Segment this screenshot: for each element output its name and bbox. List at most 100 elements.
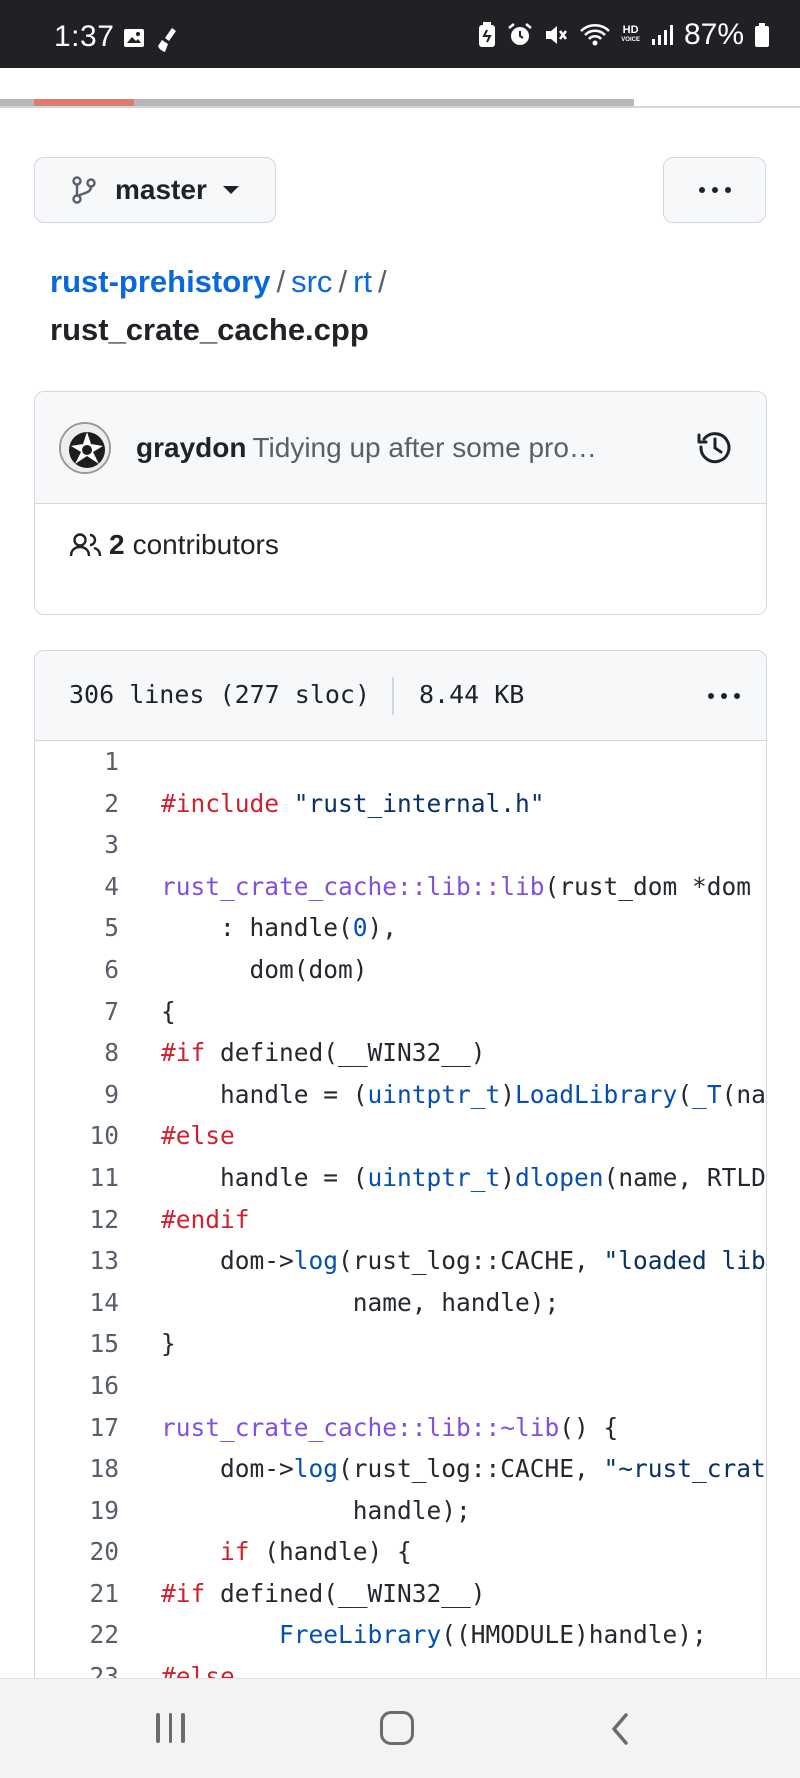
code-text: handle = (uintptr_t)dlopen(name, RTLD: [119, 1157, 766, 1199]
line-number[interactable]: 17: [35, 1407, 119, 1449]
code-token: handle);: [161, 1495, 471, 1525]
code-text: #if defined(__WIN32__): [119, 1573, 486, 1615]
line-number[interactable]: 8: [35, 1032, 119, 1074]
breadcrumb-repo-link[interactable]: rust-prehistory: [50, 264, 270, 299]
hd-voice-icon: HD VOICE: [621, 24, 640, 44]
branch-name: master: [115, 174, 207, 205]
line-number[interactable]: 19: [35, 1490, 119, 1532]
code-token: () {: [559, 1412, 619, 1442]
line-number[interactable]: 16: [35, 1365, 119, 1407]
line-number[interactable]: 13: [35, 1240, 119, 1282]
status-time: 1:37: [54, 20, 115, 53]
code-token: uintptr_t: [367, 1162, 501, 1192]
page-progress-fill: [34, 99, 134, 106]
code-token: if: [220, 1537, 250, 1567]
code-token: handle = (: [161, 1079, 368, 1109]
line-number[interactable]: 21: [35, 1573, 119, 1615]
code-token: #else: [161, 1121, 235, 1151]
back-button[interactable]: [608, 1711, 632, 1747]
file-size: 8.44 KB: [419, 680, 525, 709]
contributors-row[interactable]: 2 contributors: [69, 529, 279, 561]
breadcrumb-separator: /: [378, 264, 387, 299]
code-token: _T: [692, 1079, 722, 1109]
code-token: "~rust_crat: [603, 1454, 766, 1484]
status-right-icons: HD VOICE 87%: [477, 18, 770, 52]
contributors-count: 2: [109, 529, 125, 560]
breadcrumb-dir-link[interactable]: src: [291, 264, 332, 299]
line-number[interactable]: 15: [35, 1323, 119, 1365]
code-text: dom(dom): [119, 949, 368, 991]
line-number[interactable]: 1: [35, 741, 119, 783]
code-token: uintptr_t: [367, 1079, 501, 1109]
breadcrumb: rust-prehistory / src / rt /: [50, 262, 393, 302]
line-number[interactable]: 12: [35, 1199, 119, 1241]
line-number[interactable]: 6: [35, 949, 119, 991]
avatar[interactable]: [59, 422, 111, 474]
battery-icon: [755, 23, 769, 47]
history-icon[interactable]: [696, 428, 734, 466]
code-line: 18 dom->log(rust_log::CACHE, "~rust_crat: [35, 1448, 766, 1490]
code-token: LoadLibrary: [515, 1079, 678, 1109]
code-line: 15}: [35, 1323, 766, 1365]
code-line: 13 dom->log(rust_log::CACHE, "loaded lib: [35, 1240, 766, 1282]
code-text: if (handle) {: [119, 1531, 412, 1573]
code-token: log: [293, 1454, 339, 1484]
line-number[interactable]: 20: [35, 1531, 119, 1573]
commit-summary: graydon Tidying up after some pro…: [136, 432, 597, 464]
code-line: 7{: [35, 991, 766, 1033]
code-token: log: [293, 1246, 339, 1276]
people-icon: [69, 533, 102, 557]
battery-percent: 87%: [683, 18, 744, 51]
code-line: 5 : handle(0),: [35, 907, 766, 949]
code-token: dom->: [161, 1454, 294, 1484]
commit-message[interactable]: Tidying up after some pro…: [252, 432, 596, 463]
code-line: 12 #endif: [35, 1199, 766, 1241]
code-text: #endif: [119, 1199, 250, 1241]
line-number[interactable]: 7: [35, 991, 119, 1033]
line-number[interactable]: 5: [35, 907, 119, 949]
code-token: ((HMODULE)handle);: [441, 1620, 707, 1650]
line-number[interactable]: 3: [35, 824, 119, 866]
branch-selector-button[interactable]: master: [34, 157, 276, 223]
file-more-options-button[interactable]: [708, 693, 740, 699]
code-text: rust_crate_cache::lib::lib(rust_dom *dom: [119, 866, 751, 908]
code-token: #endif: [161, 1204, 250, 1234]
line-number[interactable]: 22: [35, 1614, 119, 1656]
home-button[interactable]: [380, 1711, 414, 1745]
code-line: 4 rust_crate_cache::lib::lib(rust_dom *do…: [35, 866, 766, 908]
line-number[interactable]: 2: [35, 783, 119, 825]
code-line: 21 #if defined(__WIN32__): [35, 1573, 766, 1615]
code-text: #if defined(__WIN32__): [119, 1032, 486, 1074]
code-token: handle = (: [161, 1162, 368, 1192]
line-number[interactable]: 11: [35, 1157, 119, 1199]
code-line: 16: [35, 1365, 766, 1407]
code-token: dlopen: [515, 1162, 604, 1192]
line-number[interactable]: 4: [35, 866, 119, 908]
code-line: 19 handle);: [35, 1490, 766, 1532]
line-number[interactable]: 9: [35, 1074, 119, 1116]
commit-author[interactable]: graydon: [136, 432, 246, 463]
code-token: "rust_internal.h": [293, 788, 545, 818]
code-token: (: [677, 1079, 693, 1109]
code-token: 0: [352, 913, 368, 943]
line-number[interactable]: 10: [35, 1115, 119, 1157]
code-text: : handle(0),: [119, 907, 397, 949]
recents-button[interactable]: [156, 1713, 185, 1743]
code-token: dom->: [161, 1246, 294, 1276]
code-text: FreeLibrary((HMODULE)handle);: [119, 1614, 707, 1656]
code-token: defined(__WIN32__): [205, 1038, 486, 1068]
code-token: dom(dom): [161, 954, 368, 984]
breadcrumb-dir-link[interactable]: rt: [353, 264, 372, 299]
code-token: (rust_log::CACHE,: [338, 1454, 604, 1484]
more-options-button[interactable]: [663, 157, 766, 223]
code-text: name, handle);: [119, 1282, 560, 1324]
line-number[interactable]: 18: [35, 1448, 119, 1490]
code-text: handle = (uintptr_t)LoadLibrary(_T(na: [119, 1074, 766, 1116]
kebab-dot: [698, 187, 705, 193]
battery-saver-icon: [479, 22, 496, 47]
latest-commit-header[interactable]: graydon Tidying up after some pro…: [35, 392, 766, 504]
code-line: 1: [35, 741, 766, 783]
line-number[interactable]: 14: [35, 1282, 119, 1324]
